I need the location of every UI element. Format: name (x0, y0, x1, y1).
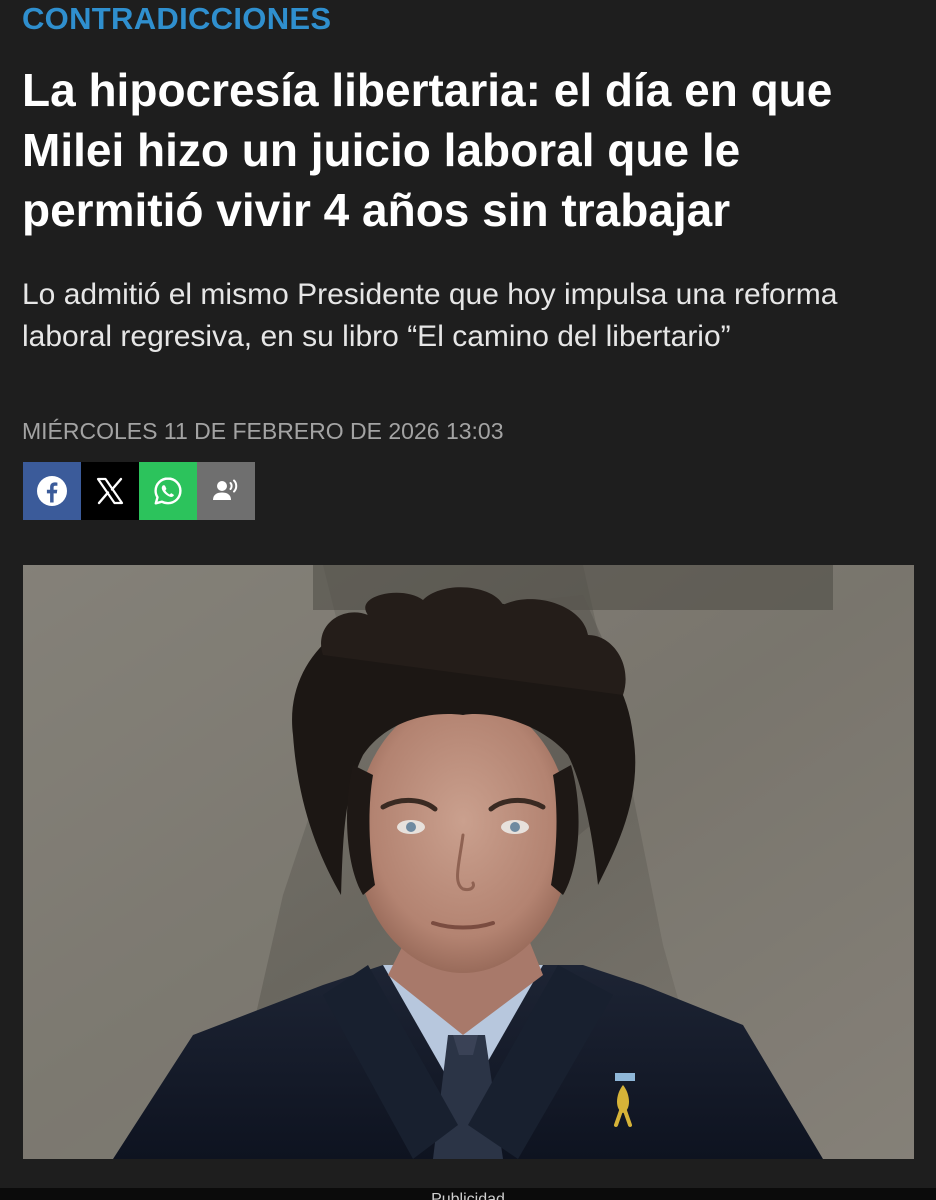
ad-label: Publicidad (431, 1191, 505, 1200)
share-bar (23, 462, 255, 520)
facebook-share-button[interactable] (23, 462, 81, 520)
whatsapp-icon (152, 475, 184, 507)
listen-button[interactable] (197, 462, 255, 520)
section-tag[interactable]: CONTRADICCIONES (22, 0, 331, 38)
article-hero-photo (23, 565, 914, 1159)
whatsapp-share-button[interactable] (139, 462, 197, 520)
article-headline: La hipocresía libertaria: el día en que … (22, 64, 833, 236)
x-share-button[interactable] (81, 462, 139, 520)
ad-banner: Publicidad (0, 1188, 936, 1200)
listen-icon (210, 475, 242, 507)
article-page: CONTRADICCIONES La hipocresía libertaria… (0, 0, 936, 1200)
article-subheadline: Lo admitió el mismo Presidente que hoy i… (22, 278, 838, 353)
facebook-icon (36, 475, 68, 507)
article-date: MIÉRCOLES 11 DE FEBRERO DE 2026 13:03 (22, 418, 504, 444)
x-icon (95, 476, 125, 506)
